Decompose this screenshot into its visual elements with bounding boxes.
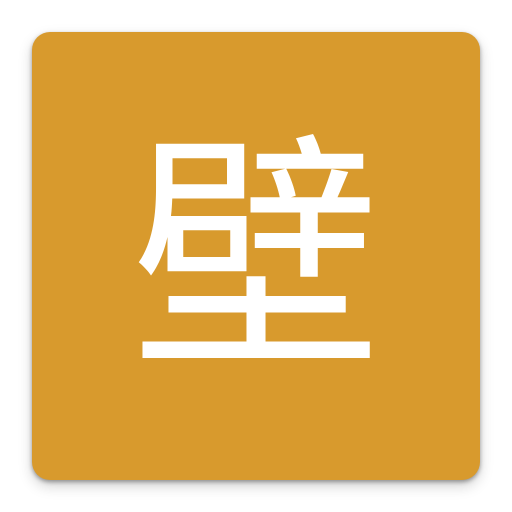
icon-canvas: 壁 bbox=[0, 0, 512, 512]
kanji-glyph: 壁 bbox=[131, 113, 381, 404]
app-icon[interactable]: 壁 bbox=[32, 32, 480, 480]
